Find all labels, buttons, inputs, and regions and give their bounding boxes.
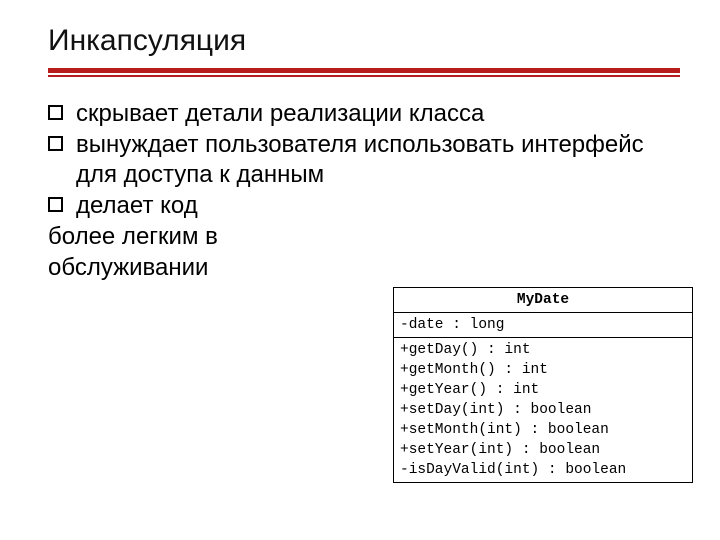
uml-attributes: -date : long <box>394 313 692 338</box>
continuation-text: более легким в обслуживании <box>48 222 358 283</box>
uml-class-name: MyDate <box>394 288 692 313</box>
bullet-item: вынуждает пользователя использовать инте… <box>48 130 680 191</box>
content-area: скрывает детали реализации класса вынужд… <box>48 99 680 283</box>
uml-operations: +getDay() : int +getMonth() : int +getYe… <box>394 338 692 482</box>
uml-attribute: -date : long <box>400 315 686 335</box>
title-rule <box>48 68 680 77</box>
uml-operation: -isDayValid(int) : boolean <box>400 460 686 480</box>
bullet-text: делает код <box>76 192 198 219</box>
uml-operation: +getYear() : int <box>400 380 686 400</box>
uml-diagram: MyDate -date : long +getDay() : int +get… <box>393 287 693 483</box>
bullet-text: скрывает детали реализации класса <box>76 100 484 127</box>
uml-operation: +setYear(int) : boolean <box>400 440 686 460</box>
uml-operation: +getMonth() : int <box>400 360 686 380</box>
checkbox-icon <box>48 105 63 120</box>
bullet-item: скрывает детали реализации класса <box>48 99 680 130</box>
bullet-list: скрывает детали реализации класса вынужд… <box>48 99 680 222</box>
bullet-text: вынуждает пользователя использовать инте… <box>76 131 644 189</box>
uml-operation: +setMonth(int) : boolean <box>400 420 686 440</box>
continuation-line: обслуживании <box>48 253 358 284</box>
checkbox-icon <box>48 136 63 151</box>
slide-title: Инкапсуляция <box>48 24 680 58</box>
checkbox-icon <box>48 197 63 212</box>
continuation-line: более легким в <box>48 222 358 253</box>
uml-operation: +getDay() : int <box>400 340 686 360</box>
uml-operation: +setDay(int) : boolean <box>400 400 686 420</box>
bullet-item: делает код <box>48 191 358 222</box>
slide: Инкапсуляция скрывает детали реализации … <box>0 0 720 540</box>
